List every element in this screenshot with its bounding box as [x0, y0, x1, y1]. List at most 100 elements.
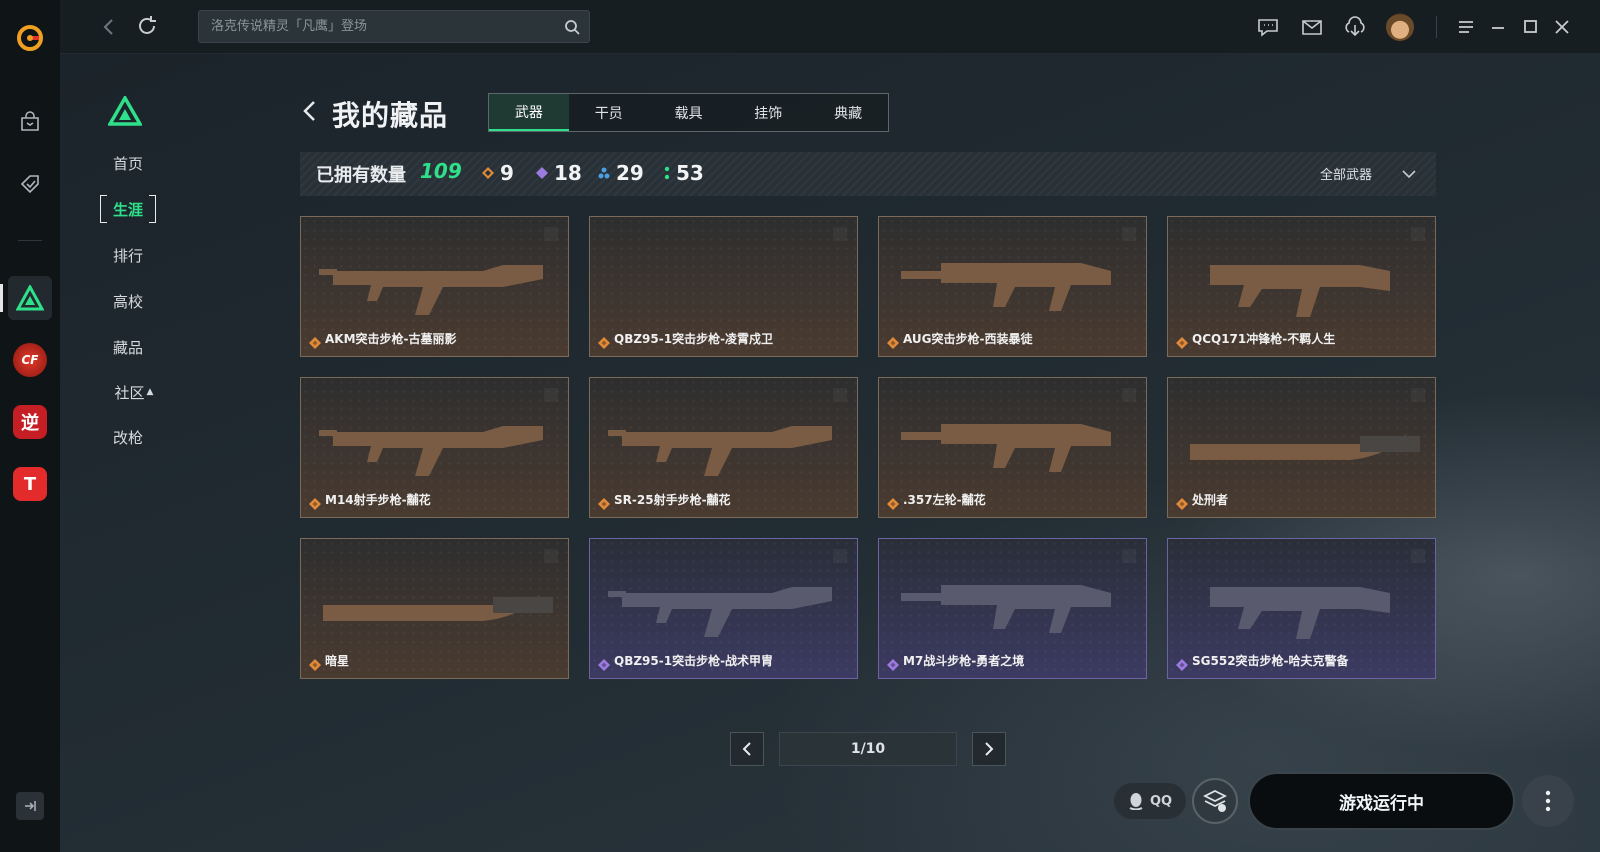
- shop-bag-icon[interactable]: [8, 100, 52, 144]
- card-corner-decoration: [544, 227, 558, 241]
- weapon-image: [313, 553, 558, 648]
- item-name: AKM突击步枪-古墓丽影: [325, 332, 457, 346]
- owned-count-label: 已拥有数量: [316, 165, 406, 186]
- user-avatar[interactable]: [1386, 13, 1414, 41]
- subnav-item-college[interactable]: 高校: [100, 288, 156, 314]
- app-logo-icon[interactable]: [8, 16, 52, 60]
- subnav-item-ranking[interactable]: 排行: [100, 242, 156, 268]
- rarity-diamond-icon: [887, 334, 899, 349]
- prev-page-button[interactable]: [730, 732, 764, 766]
- item-name: SR-25射手步枪-黼花: [614, 493, 731, 507]
- collection-card[interactable]: .357左轮-黼花: [878, 377, 1147, 518]
- more-options-button[interactable]: [1522, 775, 1574, 827]
- qq-button[interactable]: QQ: [1114, 783, 1186, 819]
- green-dots-icon: [664, 166, 670, 180]
- mail-icon[interactable]: [1300, 15, 1324, 39]
- topbar-divider: [1436, 16, 1437, 38]
- collection-card[interactable]: 暗星: [300, 538, 569, 679]
- tab-collection[interactable]: 典藏: [808, 94, 888, 131]
- item-name: QCQ171冲锋枪-不羁人生: [1192, 332, 1336, 346]
- weapon-filter-dropdown[interactable]: 全部武器: [1320, 164, 1416, 183]
- rarity-diamond-icon: [887, 656, 899, 671]
- rarity-diamond-icon: [598, 334, 610, 349]
- game-ni-icon[interactable]: 逆: [8, 400, 52, 444]
- qq-penguin-icon: [1129, 793, 1143, 810]
- item-grid: AKM突击步枪-古墓丽影 QBZ95-1突击步枪-凌霄戍卫 AUG突击步枪-西装暴徒…: [300, 216, 1438, 679]
- vertical-dots-icon: [1545, 790, 1551, 812]
- weapon-image: [1180, 231, 1425, 326]
- launch-status-button[interactable]: 游戏运行中: [1248, 772, 1515, 830]
- weapon-filter-label: 全部武器: [1319, 168, 1372, 183]
- card-corner-decoration: [1122, 549, 1136, 563]
- item-name: QBZ95-1突击步枪-凌霄戍卫: [614, 332, 774, 346]
- weapon-image: [602, 392, 847, 487]
- rail-active-indicator: [0, 284, 3, 312]
- subnav-item-career[interactable]: 生涯: [100, 196, 156, 222]
- rarity-diamond-icon: [309, 656, 321, 671]
- minimize-icon[interactable]: [1486, 15, 1510, 39]
- chevron-right-icon: [985, 742, 994, 756]
- collapse-rail-icon[interactable]: [16, 792, 44, 820]
- back-icon[interactable]: [96, 14, 122, 40]
- menu-icon[interactable]: [1454, 15, 1478, 39]
- game-cf-icon[interactable]: CF: [8, 338, 52, 382]
- tag-icon[interactable]: [8, 162, 52, 206]
- game-delta-icon[interactable]: [8, 276, 52, 320]
- item-name: 暗星: [325, 654, 350, 668]
- blue-triad-icon: [598, 167, 610, 179]
- weapon-image: [602, 231, 847, 326]
- rarity-diamond-icon: [1176, 656, 1188, 671]
- weapon-image: [1180, 392, 1425, 487]
- search-box[interactable]: [198, 10, 590, 43]
- collection-card[interactable]: SR-25射手步枪-黼花: [589, 377, 858, 518]
- next-page-button[interactable]: [972, 732, 1006, 766]
- tab-charms[interactable]: 挂饰: [728, 94, 808, 131]
- tab-weapons[interactable]: 武器: [489, 94, 569, 131]
- collection-card[interactable]: SG552突击步枪-哈夫克警备: [1167, 538, 1436, 679]
- item-name: QBZ95-1突击步枪-战术甲胄: [614, 654, 774, 668]
- collection-card[interactable]: QBZ95-1突击步枪-战术甲胄: [589, 538, 858, 679]
- search-icon[interactable]: [563, 18, 581, 36]
- tab-vehicles[interactable]: 载具: [649, 94, 729, 131]
- close-icon[interactable]: [1550, 15, 1574, 39]
- left-rail: CF 逆 T: [0, 0, 60, 852]
- card-corner-decoration: [1411, 549, 1425, 563]
- weapon-image: [313, 231, 558, 326]
- page-back-icon[interactable]: [300, 98, 320, 124]
- maximize-icon[interactable]: [1518, 15, 1542, 39]
- tab-operators[interactable]: 干员: [569, 94, 649, 131]
- card-corner-decoration: [833, 388, 847, 402]
- stat-green: 53: [664, 161, 704, 185]
- collection-card[interactable]: 处刑者: [1167, 377, 1436, 518]
- collection-card[interactable]: AUG突击步枪-西装暴徒: [878, 216, 1147, 357]
- top-bar: [60, 0, 1600, 54]
- item-name: .357左轮-黼花: [903, 493, 986, 507]
- owned-total: 109: [420, 159, 462, 183]
- card-corner-decoration: [544, 388, 558, 402]
- stat-gold: 9: [482, 161, 514, 185]
- game-t-icon[interactable]: T: [8, 462, 52, 506]
- gold-diamond-icon: [482, 167, 494, 179]
- chat-icon[interactable]: [1256, 15, 1280, 39]
- stat-purple: 18: [536, 161, 582, 185]
- rail-divider: [18, 240, 42, 241]
- subnav-item-collection[interactable]: 藏品: [100, 334, 156, 360]
- subnav-item-mod[interactable]: 改枪: [100, 424, 156, 450]
- collection-card[interactable]: AKM突击步枪-古墓丽影: [300, 216, 569, 357]
- collection-card[interactable]: M14射手步枪-黼花: [300, 377, 569, 518]
- refresh-icon[interactable]: [134, 13, 160, 39]
- booster-button[interactable]: [1192, 778, 1238, 824]
- subnav-item-home[interactable]: 首页: [100, 150, 156, 176]
- item-name: M14射手步枪-黼花: [325, 493, 431, 507]
- collection-card[interactable]: QBZ95-1突击步枪-凌霄戍卫: [589, 216, 858, 357]
- card-corner-decoration: [833, 549, 847, 563]
- page-indicator: 1/10: [779, 732, 957, 766]
- download-icon[interactable]: [1343, 15, 1367, 39]
- card-corner-decoration: [1411, 227, 1425, 241]
- collection-card[interactable]: QCQ171冲锋枪-不羁人生: [1167, 216, 1436, 357]
- search-input[interactable]: [211, 11, 551, 42]
- collection-card[interactable]: M7战斗步枪-勇者之境: [878, 538, 1147, 679]
- stat-green-value: 53: [676, 161, 704, 185]
- subnav-item-community[interactable]: 社区 ▲: [104, 379, 164, 405]
- rarity-diamond-icon: [1176, 334, 1188, 349]
